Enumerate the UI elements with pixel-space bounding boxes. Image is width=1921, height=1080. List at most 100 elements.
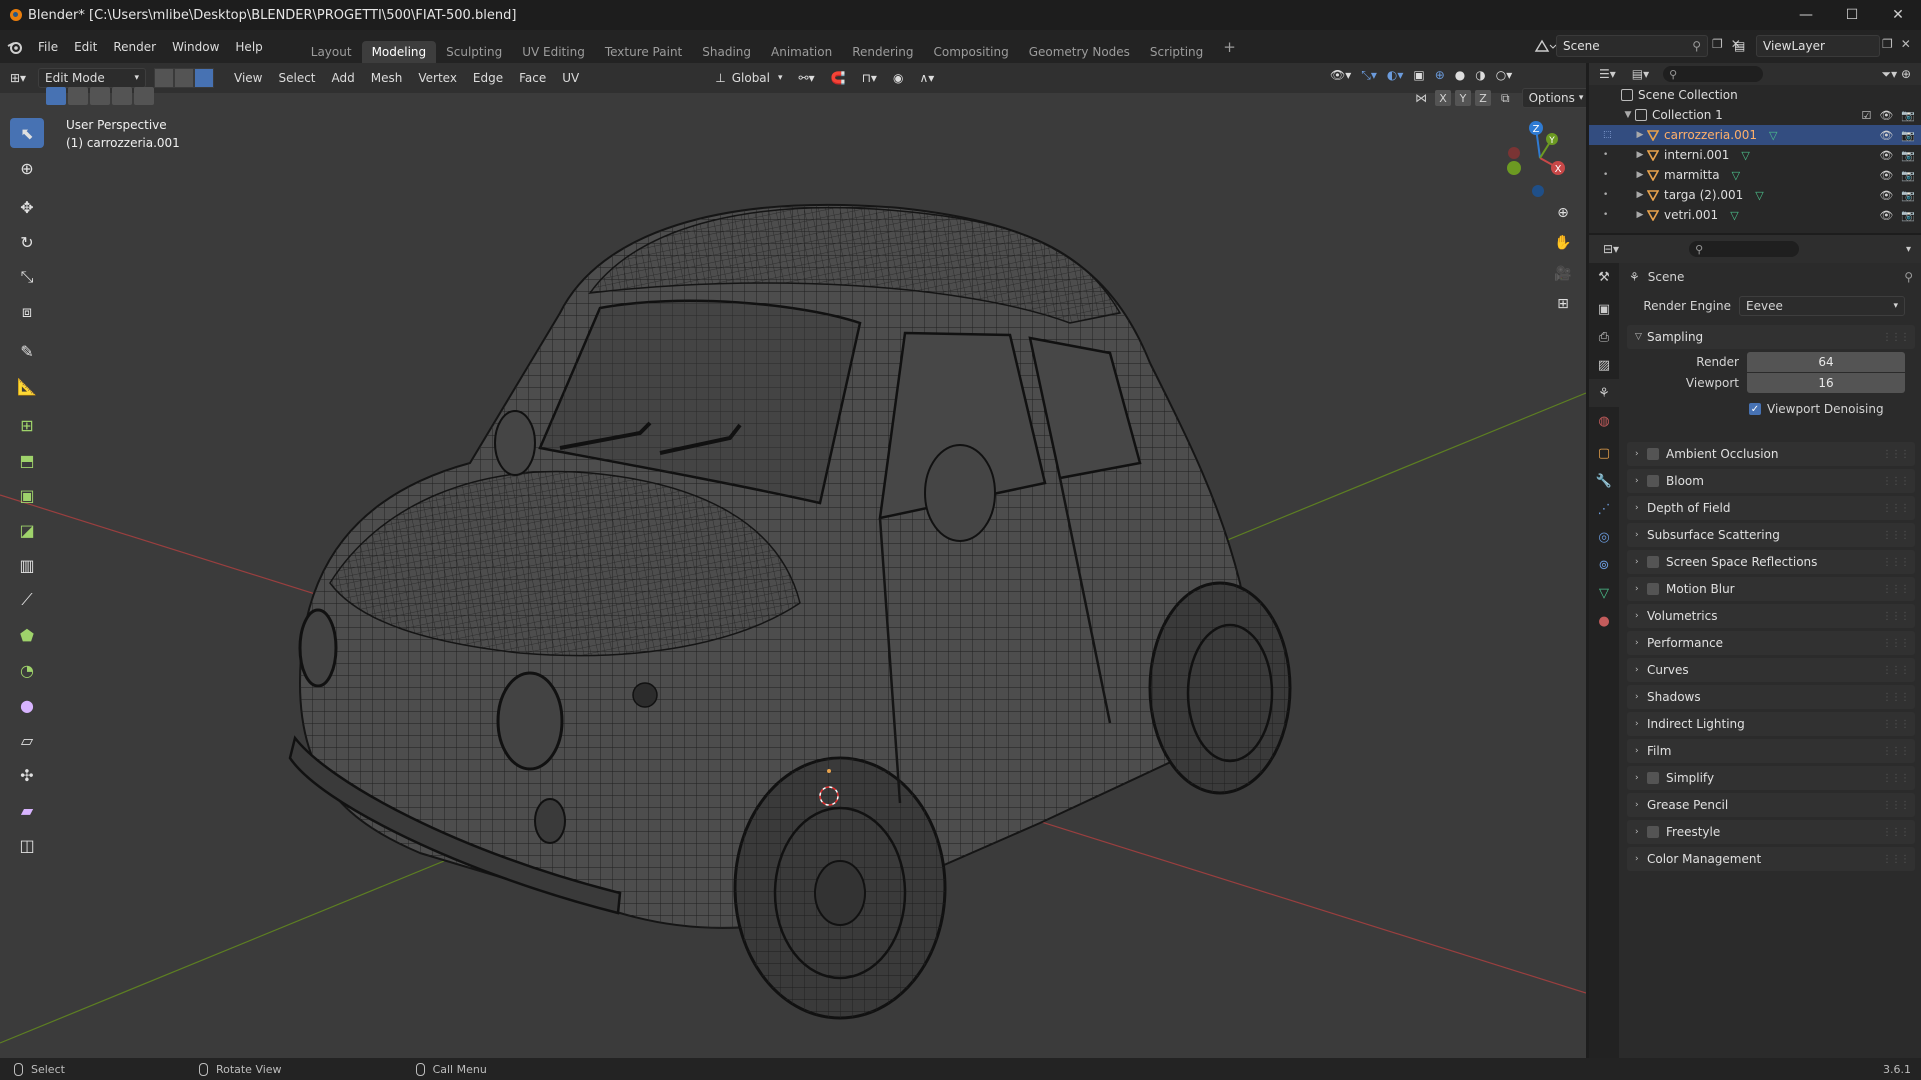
scale-tool[interactable]: ⤡ [10,262,44,292]
drag-handle-icon[interactable]: ⋮⋮⋮ [1882,476,1910,487]
shrink-fatten-tool[interactable]: ✣ [10,760,44,790]
view-layer-tab[interactable]: ▨ [1589,351,1619,379]
camera-icon[interactable]: 📷 [1901,209,1915,222]
eye-icon[interactable]: 👁 [1879,129,1893,142]
chevron-right-icon[interactable]: ▶ [1633,170,1647,180]
drag-handle-icon[interactable]: ⋮⋮⋮ [1882,611,1910,622]
menu-edit[interactable]: Edit [66,40,105,54]
3d-viewport[interactable]: ⊞▾ Edit Mode ▾ View Select Add Mesh Vert… [0,63,1586,1058]
drag-handle-icon[interactable]: ⋮⋮⋮ [1882,638,1910,649]
maximize-button[interactable]: ☐ [1829,0,1875,30]
menu-uv[interactable]: UV [556,68,585,88]
drag-handle-icon[interactable]: ⋮⋮⋮ [1882,665,1910,676]
menu-view[interactable]: View [228,68,268,88]
checkbox-icon[interactable] [1647,583,1659,595]
outliner-object-row[interactable]: • ▶ targa (2).001 ▽ 👁 📷 [1589,185,1921,205]
select-new-button[interactable] [46,87,66,105]
dot-icon[interactable]: • [1603,170,1608,180]
select-box-tool[interactable]: ⬉ [10,118,44,148]
camera-view-icon[interactable]: 🎥 [1550,261,1576,287]
camera-icon[interactable]: 📷 [1901,109,1915,122]
overlay-toggle-icon[interactable]: ◐▾ [1387,68,1404,83]
object-tab[interactable]: ▢ [1589,439,1619,467]
tool-tab[interactable]: ⚒ [1589,263,1619,291]
panel-screen-space-reflections[interactable]: › Screen Space Reflections ⋮⋮⋮ [1627,550,1915,574]
menu-window[interactable]: Window [164,40,227,54]
menu-face[interactable]: Face [513,68,552,88]
eye-icon[interactable]: 👁 [1879,149,1893,162]
drag-handle-icon[interactable]: ⋮⋮⋮ [1882,449,1910,460]
workspace-tab-modeling[interactable]: Modeling [361,41,437,63]
dot-icon[interactable]: • [1603,210,1608,220]
viewport-scene[interactable] [0,63,1586,1058]
pivot-point-icon[interactable]: ⚯▾ [793,68,821,88]
menu-file[interactable]: File [30,40,66,54]
render-engine-dropdown[interactable]: Eevee ▾ [1739,296,1905,316]
transform-tool[interactable]: ⧈ [10,297,44,327]
panel-motion-blur[interactable]: › Motion Blur ⋮⋮⋮ [1627,577,1915,601]
view-layer-icon[interactable]: ▤ [1728,35,1758,57]
menu-help[interactable]: Help [227,40,270,54]
select-subtract-button[interactable] [90,87,110,105]
modifier-tab[interactable]: 🔧 [1589,467,1619,495]
drag-handle-icon[interactable]: ⋮⋮⋮ [1882,746,1910,757]
falloff-icon[interactable]: ∧▾ [913,68,940,88]
workspace-tab-layout[interactable]: Layout [301,41,362,63]
workspace-tab-animation[interactable]: Animation [761,41,842,63]
data-tab[interactable]: ▽ [1589,579,1619,607]
snap-icon[interactable]: 🧲 [825,68,852,88]
workspace-tab-geometry-nodes[interactable]: Geometry Nodes [1019,41,1140,63]
panel-color-management[interactable]: › Color Management ⋮⋮⋮ [1627,847,1915,871]
new-view-layer-icon[interactable]: ❐ [1882,37,1893,51]
inset-tool[interactable]: ▣ [10,480,44,510]
knife-tool[interactable]: ⟋ [10,585,44,615]
checkbox-icon[interactable] [1647,556,1659,568]
mirror-z-button[interactable]: Z [1475,90,1491,106]
drag-handle-icon[interactable]: ⋮⋮⋮ [1882,557,1910,568]
workspace-tab-shading[interactable]: Shading [692,41,761,63]
smooth-tool[interactable]: ● [10,690,44,720]
panel-ambient-occlusion[interactable]: › Ambient Occlusion ⋮⋮⋮ [1627,442,1915,466]
mirror-y-button[interactable]: Y [1455,90,1471,106]
panel-indirect-lighting[interactable]: › Indirect Lighting ⋮⋮⋮ [1627,712,1915,736]
vertex-select-button[interactable] [154,68,174,88]
edge-select-button[interactable] [174,68,194,88]
pan-hand-icon[interactable]: ✋ [1550,230,1576,256]
loop-cut-tool[interactable]: ▥ [10,550,44,580]
render-tab[interactable]: ▣ [1589,295,1619,323]
workspace-tab-texture-paint[interactable]: Texture Paint [595,41,692,63]
select-invert-button[interactable] [112,87,132,105]
gizmo-toggle-icon[interactable]: ⤡▾ [1361,68,1377,83]
outliner-object-row[interactable]: • ▶ interni.001 ▽ 👁 📷 [1589,145,1921,165]
chevron-right-icon[interactable]: ▶ [1633,210,1647,220]
shading-rendered-icon[interactable]: ○▾ [1496,68,1513,83]
workspace-tab-uv-editing[interactable]: UV Editing [512,41,595,63]
edge-slide-tool[interactable]: ▱ [10,725,44,755]
outliner-editor-icon[interactable]: ☰▾ [1599,67,1616,81]
outliner-object-row[interactable]: • ▶ vetri.001 ▽ 👁 📷 [1589,205,1921,225]
workspace-tab-scripting[interactable]: Scripting [1140,41,1213,63]
panel-depth-of-field[interactable]: › Depth of Field ⋮⋮⋮ [1627,496,1915,520]
camera-icon[interactable]: 📷 [1901,189,1915,202]
add-workspace-button[interactable]: + [1213,34,1246,60]
shading-material-icon[interactable]: ◑ [1475,68,1485,83]
scene-tab[interactable]: ⚘ [1589,379,1619,407]
viewport-denoising-row[interactable]: ✓ Viewport Denoising [1619,399,1921,419]
drag-handle-icon[interactable]: ⋮⋮⋮ [1882,773,1910,784]
panel-film[interactable]: › Film ⋮⋮⋮ [1627,739,1915,763]
drag-handle-icon[interactable]: ⋮⋮⋮ [1882,800,1910,811]
eye-icon[interactable]: 👁 [1879,169,1893,182]
measure-tool[interactable]: 📐 [10,371,44,401]
camera-icon[interactable]: 📷 [1901,149,1915,162]
transform-orientation-dropdown[interactable]: ⊥ Global ▾ [709,68,788,88]
delete-view-layer-icon[interactable]: ✕ [1901,37,1911,51]
dot-icon[interactable]: • [1603,190,1608,200]
cursor-tool[interactable]: ⊕ [10,153,44,183]
render-samples-field[interactable]: 64 [1747,352,1905,372]
workspace-tab-sculpting[interactable]: Sculpting [436,41,512,63]
spin-tool[interactable]: ◔ [10,655,44,685]
drag-handle-icon[interactable]: ⋮⋮⋮ [1882,503,1910,514]
proportional-edit-icon[interactable]: ◉ [887,68,909,88]
output-tab[interactable]: ⎙ [1589,323,1619,351]
chevron-right-icon[interactable]: ▶ [1633,190,1647,200]
